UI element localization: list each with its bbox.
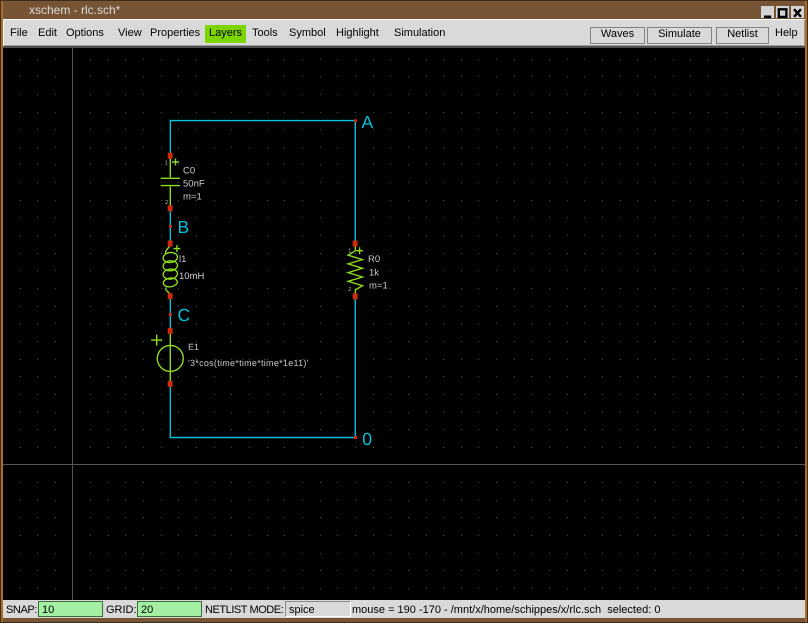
svg-text:0: 0 xyxy=(362,429,372,449)
svg-text:m=1: m=1 xyxy=(183,191,202,202)
svg-text:m=1: m=1 xyxy=(369,281,388,292)
svg-text:R0: R0 xyxy=(368,254,380,265)
svg-text:B: B xyxy=(178,217,190,237)
svg-text:10mH: 10mH xyxy=(179,271,204,282)
svg-text:A: A xyxy=(362,112,374,132)
svg-text:'3*cos(time*time*time*1e11)': '3*cos(time*time*time*1e11)' xyxy=(188,358,309,368)
svg-text:E1: E1 xyxy=(188,342,199,352)
svg-text:50nF: 50nF xyxy=(183,178,205,189)
svg-text:l1: l1 xyxy=(179,254,186,265)
svg-text:1k: 1k xyxy=(369,268,379,279)
svg-text:C: C xyxy=(178,305,191,325)
svg-text:C0: C0 xyxy=(183,165,195,176)
